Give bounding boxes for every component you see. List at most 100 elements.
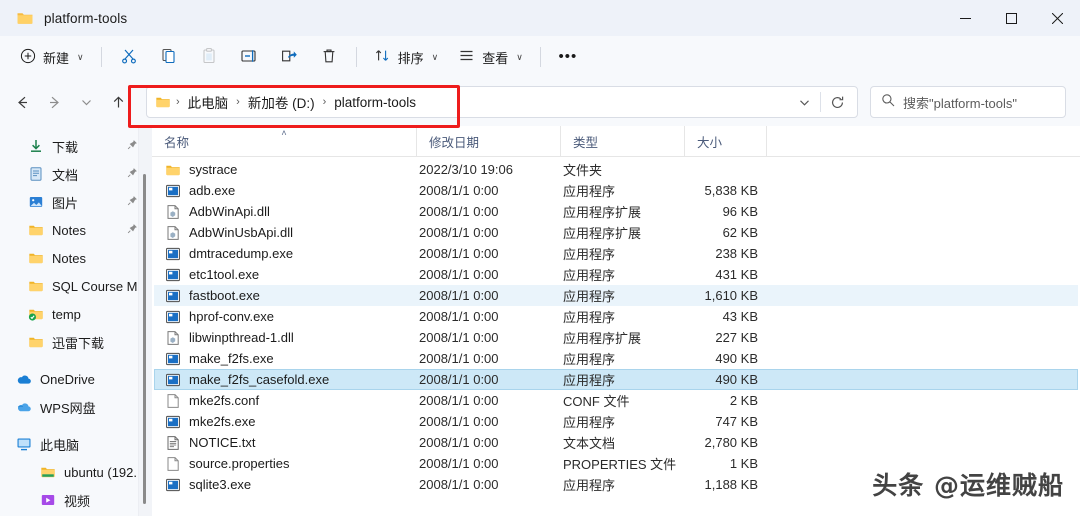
sidebar-item-label: ubuntu (192.16 <box>64 464 146 480</box>
file-date-cell: 2008/1/1 0:00 <box>419 309 499 324</box>
table-row[interactable]: libwinpthread-1.dll 2008/1/1 0:00 应用程序扩展 22… <box>154 327 1078 348</box>
file-name-cell: mke2fs.conf <box>155 393 417 409</box>
sidebar-item-documents[interactable]: 文档 <box>0 160 152 188</box>
breadcrumb-item-this-pc[interactable]: 此电脑 <box>183 89 234 115</box>
table-row[interactable]: dmtracedump.exe 2008/1/1 0:00 应用程序 238 KB <box>154 243 1078 264</box>
file-explorer-window: platform-tools 新建 ∨ 排序 ∨ 查看 ∨ ••• › 此电脑 … <box>0 0 1080 516</box>
file-size-cell: 96 KB <box>722 204 758 219</box>
column-header-name[interactable]: 名称 ˄ <box>152 126 416 157</box>
search-box[interactable]: 搜索"platform-tools" <box>870 86 1066 118</box>
table-row[interactable]: adb.exe 2008/1/1 0:00 应用程序 5,838 KB <box>154 180 1078 201</box>
file-type-cell: PROPERTIES 文件 <box>563 457 677 472</box>
view-button[interactable]: 查看 ∨ <box>448 41 533 73</box>
navigation-pane: 下载 文档 图片 Notes Notes SQL Course M temp 迅… <box>0 126 152 516</box>
breadcrumb-item-platform-tools[interactable]: platform-tools <box>329 92 421 113</box>
sidebar-item-notes[interactable]: Notes <box>0 244 152 272</box>
sidebar-item-sql-course[interactable]: SQL Course M <box>0 272 152 300</box>
sort-button[interactable]: 排序 ∨ <box>364 41 449 73</box>
more-options-button[interactable]: ••• <box>548 41 588 73</box>
file-name-cell: adb.exe <box>155 183 417 199</box>
sidebar-item-label: 下载 <box>52 139 79 155</box>
exe-icon <box>165 183 181 199</box>
sidebar-item-wps-cloud[interactable]: WPS网盘 <box>0 393 152 421</box>
file-name-label: sqlite3.exe <box>189 477 252 492</box>
share-button[interactable] <box>269 41 309 73</box>
file-type-cell: 应用程序 <box>563 184 616 199</box>
delete-button[interactable] <box>309 41 349 73</box>
view-button-label: 查看 <box>482 50 509 66</box>
sidebar-item-videos[interactable]: 视频 <box>0 486 152 514</box>
maximize-button[interactable] <box>988 0 1034 36</box>
column-header-date[interactable]: 修改日期 <box>416 125 560 157</box>
file-type-cell: 应用程序 <box>563 373 616 388</box>
table-row[interactable]: hprof-conv.exe 2008/1/1 0:00 应用程序 43 KB <box>154 306 1078 327</box>
exe-icon <box>165 372 181 388</box>
sidebar-item-pictures[interactable]: 图片 <box>0 188 152 216</box>
sidebar-item-label: Notes <box>52 250 86 266</box>
cut-button[interactable] <box>109 41 149 73</box>
file-name-label: fastboot.exe <box>189 288 260 303</box>
table-row[interactable]: mke2fs.conf 2008/1/1 0:00 CONF 文件 2 KB <box>154 390 1078 411</box>
file-name-label: etc1tool.exe <box>189 267 260 282</box>
pin-icon <box>127 167 138 181</box>
table-row[interactable]: make_f2fs.exe 2008/1/1 0:00 应用程序 490 KB <box>154 348 1078 369</box>
file-name-label: adb.exe <box>189 183 236 198</box>
dll-icon <box>165 204 181 220</box>
minimize-button[interactable] <box>942 0 988 36</box>
recent-locations-button[interactable] <box>70 86 102 118</box>
sidebar-item-this-pc[interactable]: 此电脑 <box>0 430 152 458</box>
sidebar-item-temp[interactable]: temp <box>0 300 152 328</box>
file-date-cell: 2008/1/1 0:00 <box>419 477 499 492</box>
table-row[interactable]: make_f2fs_casefold.exe 2008/1/1 0:00 应用程序 4… <box>154 369 1078 390</box>
file-size-cell: 747 KB <box>715 414 758 429</box>
table-row[interactable]: AdbWinUsbApi.dll 2008/1/1 0:00 应用程序扩展 62 KB <box>154 222 1078 243</box>
table-row[interactable]: NOTICE.txt 2008/1/1 0:00 文本文档 2,780 KB <box>154 432 1078 453</box>
file-name-label: make_f2fs.exe <box>189 351 274 366</box>
search-input[interactable]: 搜索"platform-tools" <box>903 93 1017 112</box>
exe-icon <box>165 414 181 430</box>
new-button-label: 新建 <box>43 50 70 66</box>
sidebar-item-notes-pinned[interactable]: Notes <box>0 216 152 244</box>
file-name-cell: make_f2fs.exe <box>155 351 417 367</box>
breadcrumb-separator: › <box>236 96 240 108</box>
exe-icon <box>165 477 181 493</box>
close-button[interactable] <box>1034 0 1080 36</box>
new-button[interactable]: 新建 ∨ <box>10 41 94 73</box>
file-date-cell: 2022/3/10 19:06 <box>419 162 513 177</box>
breadcrumb-item-drive-d[interactable]: 新加卷 (D:) <box>243 89 320 115</box>
column-header-size[interactable]: 大小 <box>684 125 767 157</box>
table-row[interactable]: systrace 2022/3/10 19:06 文件夹 <box>154 159 1078 180</box>
paste-button[interactable] <box>189 41 229 73</box>
table-row[interactable]: mke2fs.exe 2008/1/1 0:00 应用程序 747 KB <box>154 411 1078 432</box>
sidebar-item-thunder-download[interactable]: 迅雷下载 <box>0 328 152 356</box>
back-button[interactable] <box>6 86 38 118</box>
refresh-button[interactable] <box>823 89 851 115</box>
file-type-cell: 应用程序 <box>563 478 616 493</box>
main-body: 下载 文档 图片 Notes Notes SQL Course M temp 迅… <box>0 125 1080 516</box>
address-bar[interactable]: › 此电脑 › 新加卷 (D:) › platform-tools <box>146 86 858 118</box>
file-name-cell: mke2fs.exe <box>155 414 417 430</box>
forward-button[interactable] <box>38 86 70 118</box>
chevron-down-icon: ∨ <box>516 51 523 62</box>
sidebar-scrollbar-thumb[interactable] <box>143 174 146 504</box>
sidebar-item-onedrive[interactable]: OneDrive <box>0 365 152 393</box>
file-icon <box>165 456 181 472</box>
toolbar-divider <box>100 47 102 67</box>
file-type-cell: 应用程序 <box>563 415 616 430</box>
sidebar-item-downloads[interactable]: 下载 <box>0 132 152 160</box>
table-row[interactable]: fastboot.exe 2008/1/1 0:00 应用程序 1,610 KB <box>154 285 1078 306</box>
rename-button[interactable] <box>229 41 269 73</box>
file-size-cell: 227 KB <box>715 330 758 345</box>
file-name-cell: NOTICE.txt <box>155 435 417 451</box>
copy-button[interactable] <box>149 41 189 73</box>
table-row[interactable]: AdbWinApi.dll 2008/1/1 0:00 应用程序扩展 96 KB <box>154 201 1078 222</box>
up-button[interactable] <box>102 86 134 118</box>
address-folder-icon <box>155 94 171 110</box>
column-header-type[interactable]: 类型 <box>560 125 684 157</box>
table-row[interactable]: etc1tool.exe 2008/1/1 0:00 应用程序 431 KB <box>154 264 1078 285</box>
file-name-cell: AdbWinUsbApi.dll <box>155 225 417 241</box>
address-dropdown-button[interactable] <box>790 89 818 115</box>
file-type-cell: 应用程序扩展 <box>563 226 642 241</box>
folder-icon <box>28 222 44 238</box>
sidebar-item-ubuntu[interactable]: ubuntu (192.16 <box>0 458 152 486</box>
